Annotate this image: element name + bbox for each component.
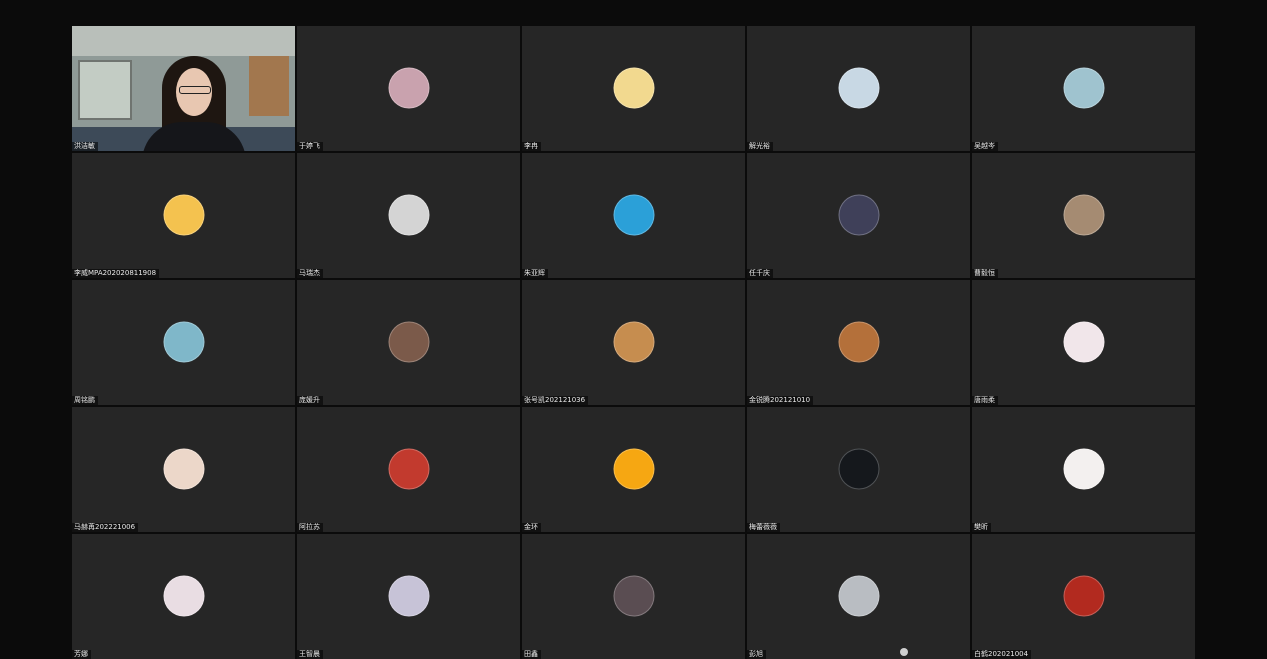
character-avatar-icon: [1063, 67, 1104, 109]
participant-tile[interactable]: 解光裕: [747, 26, 970, 151]
participant-tile[interactable]: 马赫苒202221006: [72, 407, 295, 532]
participant-name: 阿拉苏: [297, 523, 323, 532]
participant-tile[interactable]: 马瑞杰: [297, 153, 520, 278]
participant-name: 李威MPA202020811908: [72, 269, 160, 278]
participant-name: 彭旭: [747, 650, 766, 659]
anime-girl-avatar-icon: [388, 575, 429, 617]
participant-tile[interactable]: 田鑫: [522, 534, 745, 659]
participant-name: 周铭鹏: [72, 396, 98, 405]
participant-tile[interactable]: 梅蕾薇薇: [747, 407, 970, 532]
participant-name: 梅蕾薇薇: [747, 523, 780, 532]
person-silhouette-avatar-icon: [838, 67, 879, 109]
photo-avatar-icon: [1063, 194, 1104, 236]
building-photo-avatar-icon: [613, 575, 654, 617]
participant-name: 朱亚辉: [522, 269, 548, 278]
participant-name: 马瑞杰: [297, 269, 323, 278]
cartoon-girl-avatar-icon: [163, 321, 204, 363]
participant-tile[interactable]: 周铭鹏: [72, 280, 295, 405]
photo-avatar-icon: [388, 321, 429, 363]
group-photo-avatar-icon: [1063, 575, 1104, 617]
participant-tile[interactable]: 金环: [522, 407, 745, 532]
participant-tile[interactable]: 芳娜: [72, 534, 295, 659]
anime-girl-avatar-icon: [163, 575, 204, 617]
participant-name: 曹毅恒: [972, 269, 998, 278]
participant-name: 李冉: [522, 142, 541, 151]
participant-name: 唐雨柔: [972, 396, 998, 405]
runner-avatar-icon: [388, 448, 429, 490]
participant-tile[interactable]: 彭旭: [747, 534, 970, 659]
participant-gallery: 洪洁敏 于婷飞 李冉 解光裕 吴越岑李威MPA202020811908 马瑞杰 朱亚辉 任千庆…: [72, 26, 1197, 659]
participant-tile[interactable]: 白鹤202021004: [972, 534, 1195, 659]
pig-avatar-icon: [1063, 448, 1104, 490]
participant-tile[interactable]: 于婷飞: [297, 26, 520, 151]
participant-name: 马赫苒202221006: [72, 523, 139, 532]
dark-photo-avatar-icon: [838, 448, 879, 490]
participant-tile[interactable]: 任千庆: [747, 153, 970, 278]
participant-video: [72, 26, 295, 151]
participant-name: 金锐腾202121010: [747, 396, 814, 405]
participant-name: 白鹤202021004: [972, 650, 1032, 659]
participant-name: 于婷飞: [297, 142, 323, 151]
participant-tile[interactable]: 金锐腾202121010: [747, 280, 970, 405]
participant-tile[interactable]: 樊昕: [972, 407, 1195, 532]
cartoon-avatar-icon: [163, 194, 204, 236]
anime-girl-avatar-icon: [388, 194, 429, 236]
participant-tile[interactable]: 庞媛升: [297, 280, 520, 405]
participant-name: 樊昕: [972, 523, 991, 532]
cartoon-sponge-avatar-icon: [613, 67, 654, 109]
square-avatar-icon: [388, 67, 429, 109]
participant-tile[interactable]: 阿拉苏: [297, 407, 520, 532]
person-photo-avatar-icon: [838, 575, 879, 617]
participant-name: 吴越岑: [972, 142, 998, 151]
participant-tile[interactable]: 张号凯202121036: [522, 280, 745, 405]
participant-name: 王智晨: [297, 650, 323, 659]
participant-tile[interactable]: 吴越岑: [972, 26, 1195, 151]
scroll-indicator[interactable]: [900, 648, 908, 656]
participant-tile[interactable]: 李冉: [522, 26, 745, 151]
participant-name: 张号凯202121036: [522, 396, 589, 405]
participant-name: 任千庆: [747, 269, 773, 278]
participant-tile[interactable]: 唐雨柔: [972, 280, 1195, 405]
fish-avatar-icon: [613, 194, 654, 236]
sun-avatar-icon: [613, 448, 654, 490]
cartoon-girl-avatar-icon: [163, 448, 204, 490]
participant-tile[interactable]: 朱亚辉: [522, 153, 745, 278]
participant-name: 洪洁敏: [72, 142, 98, 151]
dog-avatar-icon: [613, 321, 654, 363]
participant-name: 芳娜: [72, 650, 91, 659]
participant-name: 庞媛升: [297, 396, 323, 405]
participant-tile[interactable]: 洪洁敏: [72, 26, 295, 151]
participant-name: 解光裕: [747, 142, 773, 151]
photo-avatar-icon: [838, 194, 879, 236]
participant-name: 田鑫: [522, 650, 541, 659]
participant-tile[interactable]: 王智晨: [297, 534, 520, 659]
cartoon-animal-avatar-icon: [1063, 321, 1104, 363]
participant-name: 金环: [522, 523, 541, 532]
participant-tile[interactable]: 曹毅恒: [972, 153, 1195, 278]
dog-avatar-icon: [838, 321, 879, 363]
participant-tile[interactable]: 李威MPA202020811908: [72, 153, 295, 278]
